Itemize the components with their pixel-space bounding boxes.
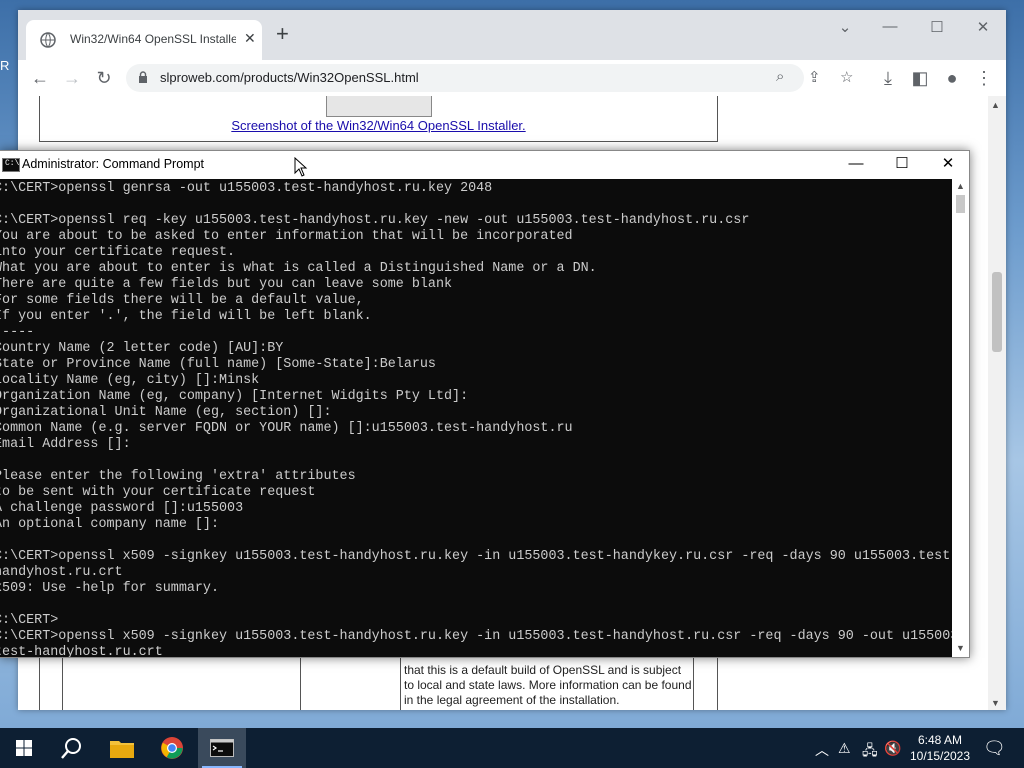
notification-center-icon[interactable]: 🗨 (983, 738, 1006, 759)
cmd-maximize-button[interactable]: ☐ (882, 153, 922, 177)
table-cell (62, 657, 301, 710)
scroll-up-arrow-icon[interactable]: ▲ (991, 100, 1000, 110)
reload-icon[interactable]: ↻ (92, 66, 116, 90)
cmd-close-button[interactable]: ✕ (928, 153, 968, 177)
scrollbar-thumb[interactable] (992, 272, 1002, 352)
lock-icon (139, 71, 147, 83)
network-alert-icon[interactable]: ⚠ (838, 740, 851, 757)
installer-screenshot-thumbnail[interactable] (326, 96, 432, 117)
network-icon[interactable]: 🖧 (862, 740, 878, 764)
terminal-area[interactable]: C:\CERT>openssl genrsa -out u155003.test… (0, 179, 952, 657)
share-icon[interactable]: ⇪ (808, 68, 821, 86)
show-hidden-icons-chevron-icon[interactable]: ︿ (815, 740, 829, 760)
side-panel-icon[interactable]: ◧ (908, 66, 932, 90)
folder-icon (110, 741, 134, 758)
taskbar-chrome[interactable] (148, 728, 196, 768)
screenshot-box: Screenshot of the Win32/Win64 OpenSSL In… (39, 96, 718, 142)
screenshot-link[interactable]: Screenshot of the Win32/Win64 OpenSSL In… (40, 118, 717, 133)
bookmark-star-icon[interactable]: ☆ (840, 68, 853, 86)
cmd-window-title: Administrator: Command Prompt (22, 157, 205, 171)
terminal-scrollbar[interactable]: ▲ ▼ (952, 179, 969, 657)
desktop-edge-text: R (0, 58, 10, 73)
system-clock[interactable]: 6:48 AM 10/15/2023 (908, 732, 972, 764)
search-button[interactable] (48, 728, 96, 768)
close-tab-icon[interactable]: ✕ (244, 30, 256, 47)
scroll-down-arrow-icon[interactable]: ▼ (956, 643, 965, 653)
taskbar-command-prompt[interactable] (198, 728, 246, 768)
url-text: slproweb.com/products/Win32OpenSSL.html (160, 70, 419, 85)
close-window-button[interactable]: ✕ (968, 18, 998, 36)
menu-kebab-icon[interactable]: ⋮ (972, 66, 996, 90)
download-icon[interactable]: ⤓ (876, 66, 900, 90)
browser-tab[interactable]: Win32/Win64 OpenSSL Installer ✕ (26, 20, 262, 60)
back-arrow-icon[interactable]: ← (28, 66, 52, 90)
mouse-cursor-icon (294, 157, 308, 177)
cmd-title-bar[interactable]: C:\ Administrator: Command Prompt — ☐ ✕ (0, 151, 969, 179)
minimize-button[interactable]: — (875, 18, 905, 35)
command-prompt-icon (210, 739, 234, 757)
browser-toolbar: ← → ↻ slproweb.com/products/Win32OpenSSL… (18, 60, 1006, 97)
clock-date: 10/15/2023 (909, 749, 971, 763)
forward-arrow-icon[interactable]: → (60, 66, 84, 90)
scrollbar-thumb[interactable] (956, 195, 965, 213)
scroll-up-arrow-icon[interactable]: ▲ (956, 181, 965, 191)
globe-icon (40, 32, 56, 48)
zoom-search-icon[interactable]: ⌕ (776, 68, 784, 85)
tab-search-icon[interactable]: ⌄ (830, 18, 860, 36)
table-cell-text: that this is a default build of OpenSSL … (404, 663, 692, 707)
new-tab-button[interactable]: + (276, 22, 289, 46)
search-icon (61, 738, 81, 759)
start-button[interactable] (0, 728, 48, 768)
windows-logo-icon (16, 740, 32, 756)
cmd-minimize-button[interactable]: — (836, 153, 876, 177)
volume-muted-icon[interactable]: 🔇 (884, 740, 901, 757)
profile-avatar-icon[interactable]: ● (940, 66, 964, 90)
command-prompt-window: C:\ Administrator: Command Prompt — ☐ ✕ … (0, 150, 970, 658)
page-scrollbar[interactable]: ▲ ▼ (988, 96, 1006, 710)
taskbar: ︿ ⚠ 🖧 🔇 6:48 AM 10/15/2023 🗨 (0, 728, 1024, 768)
tab-title: Win32/Win64 OpenSSL Installer (70, 32, 236, 46)
maximize-button[interactable]: ☐ (922, 18, 952, 36)
address-bar[interactable]: slproweb.com/products/Win32OpenSSL.html … (126, 64, 853, 92)
clock-time: 6:48 AM (917, 733, 963, 747)
scroll-down-arrow-icon[interactable]: ▼ (991, 698, 1000, 708)
chrome-icon (161, 737, 183, 759)
taskbar-file-explorer[interactable] (98, 728, 146, 768)
tab-strip: Win32/Win64 OpenSSL Installer ✕ + ⌄ — ☐ … (18, 10, 1006, 60)
cmd-app-icon: C:\ (2, 158, 20, 172)
terminal-output: C:\CERT>openssl genrsa -out u155003.test… (0, 181, 952, 657)
download-table: that this is a default build of OpenSSL … (39, 656, 718, 710)
